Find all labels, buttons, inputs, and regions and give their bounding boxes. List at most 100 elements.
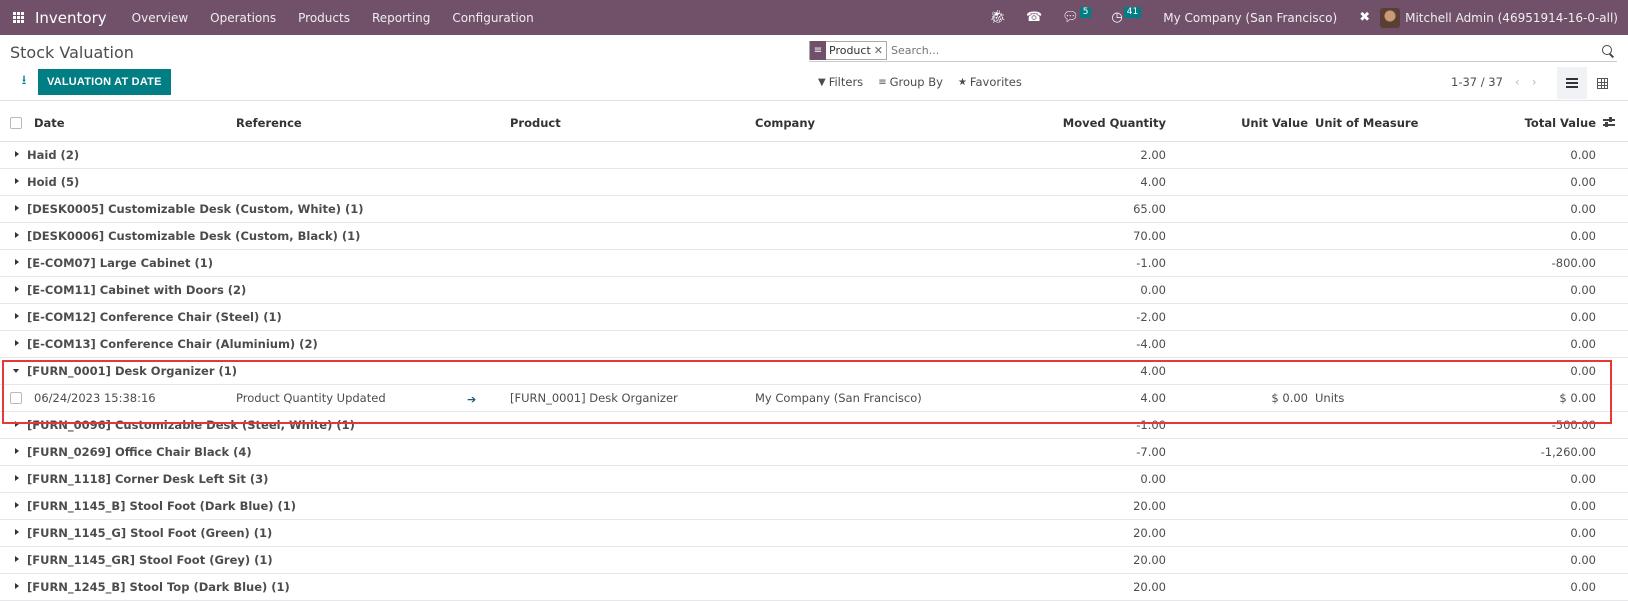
menu-products[interactable]: Products [287,11,361,25]
column-reference[interactable]: Reference [236,116,302,130]
group-row[interactable]: [E-COM12] Conference Chair (Steel) (1) -2… [0,304,1628,331]
column-product[interactable]: Product [510,116,561,130]
group-by-label: Group By [889,75,943,89]
app-switcher[interactable] [6,0,30,35]
search-input[interactable] [890,44,1601,57]
group-row[interactable]: Haid (2) 2.00 0.00 [0,142,1628,169]
group-row[interactable]: [FURN_0269] Office Chair Black (4) -7.00 -… [0,439,1628,466]
group-moved-quantity: -4.00 [1136,337,1166,351]
caret-right-icon [15,313,19,319]
arrow-right-icon[interactable]: ➔ [467,393,476,406]
apps-grid-icon [12,12,24,23]
group-label: [DESK0005] Customizable Desk (Custom, Wh… [27,202,364,216]
facet-remove-icon[interactable]: ✕ [874,44,886,57]
group-moved-quantity: -1.00 [1136,418,1166,432]
list-view-icon [1566,78,1578,88]
group-label: [FURN_0096] Customizable Desk (Steel, Wh… [27,418,355,432]
list-view-button[interactable] [1557,67,1587,99]
group-row[interactable]: [FURN_1118] Corner Desk Left Sit (3) 0.00… [0,466,1628,493]
app-name[interactable]: Inventory [35,9,107,27]
group-moved-quantity: -2.00 [1136,310,1166,324]
top-navbar: Inventory Overview Operations Products R… [0,0,1628,35]
caret-right-icon [15,448,19,454]
select-all-checkbox[interactable] [10,117,22,129]
row-checkbox[interactable] [10,392,22,404]
column-date[interactable]: Date [34,116,65,130]
chat-icon[interactable]: 💬︎ 5 [1052,0,1101,35]
group-row[interactable]: [FURN_1145_GR] Stool Foot (Grey) (1) 20.0… [0,547,1628,574]
group-row[interactable]: [DESK0006] Customizable Desk (Custom, Bl… [0,223,1628,250]
caret-right-icon [15,205,19,211]
column-unit-value[interactable]: Unit Value [1241,116,1308,130]
valuation-at-date-button[interactable]: VALUATION AT DATE [38,69,171,95]
caret-right-icon [15,502,19,508]
group-moved-quantity: 0.00 [1140,472,1166,486]
caret-right-icon [15,232,19,238]
group-row[interactable]: [E-COM11] Cabinet with Doors (2) 0.00 0.00 [0,277,1628,304]
group-total-value: 0.00 [1570,283,1596,297]
pivot-view-button[interactable] [1587,67,1617,99]
group-moved-quantity: 4.00 [1140,364,1166,378]
group-moved-quantity: 4.00 [1140,175,1166,189]
group-moved-quantity: 20.00 [1133,526,1166,540]
search-bar: ≡ Product ✕ [809,40,1617,62]
row-product: [FURN_0001] Desk Organizer [510,391,678,405]
bug-icon[interactable]: 🐞︎ [979,0,1016,35]
column-moved-quantity[interactable]: Moved Quantity [1063,116,1166,130]
group-row[interactable]: [FURN_1145_B] Stool Foot (Dark Blue) (1)… [0,493,1628,520]
caret-right-icon [15,556,19,562]
menu-reporting[interactable]: Reporting [361,11,441,25]
messages-badge: 5 [1079,7,1092,18]
caret-down-icon [13,369,19,373]
menu-overview[interactable]: Overview [121,11,200,25]
menu-configuration[interactable]: Configuration [441,11,544,25]
download-button[interactable]: ⭳ [14,72,34,92]
column-total-value[interactable]: Total Value [1525,116,1596,130]
favorites-label: Favorites [969,75,1022,89]
group-moved-quantity: 70.00 [1133,229,1166,243]
systray: 🐞︎ ☎ 💬︎ 5 ◷ 41 My Company (San Francisco) … [979,0,1628,35]
search-icon[interactable] [1601,44,1615,58]
group-label: [FURN_1145_G] Stool Foot (Green) (1) [27,526,273,540]
group-label: Haid (2) [27,148,80,162]
group-row[interactable]: [E-COM07] Large Cabinet (1) -1.00 -800.00 [0,250,1628,277]
row-reference: Product Quantity Updated [236,391,386,405]
column-company[interactable]: Company [755,116,815,130]
group-row[interactable]: [DESK0005] Customizable Desk (Custom, Wh… [0,196,1628,223]
group-row[interactable]: [FURN_1145_G] Stool Foot (Green) (1) 20.0… [0,520,1628,547]
group-moved-quantity: -7.00 [1136,445,1166,459]
group-row[interactable]: [FURN_0096] Customizable Desk (Steel, Wh… [0,412,1628,439]
row-total-value: $ 0.00 [1559,391,1596,405]
menu-operations[interactable]: Operations [199,11,287,25]
group-moved-quantity: 2.00 [1140,148,1166,162]
phone-icon[interactable]: ☎ [1016,0,1052,35]
table-row[interactable]: 06/24/2023 15:38:16 Product Quantity Upda… [0,385,1628,412]
pager-next-icon[interactable]: › [1532,75,1537,89]
group-moved-quantity: -1.00 [1136,256,1166,270]
debug-tools-icon[interactable]: ✖ [1349,0,1380,35]
group-moved-quantity: 20.00 [1133,553,1166,567]
group-row[interactable]: [E-COM13] Conference Chair (Aluminium) (… [0,331,1628,358]
company-switcher[interactable]: My Company (San Francisco) [1151,11,1349,25]
group-total-value: 0.00 [1570,553,1596,567]
group-moved-quantity: 65.00 [1133,202,1166,216]
group-row[interactable]: [FURN_0001] Desk Organizer (1) 4.00 0.00 [0,358,1628,385]
column-unit-of-measure[interactable]: Unit of Measure [1315,116,1418,130]
pager-value[interactable]: 1-37 / 37 [1451,75,1503,89]
row-company: My Company (San Francisco) [755,391,922,405]
search-facet: ≡ Product ✕ [809,41,887,60]
facet-value: Product [829,44,871,57]
group-row[interactable]: Hoid (5) 4.00 0.00 [0,169,1628,196]
table-header: Date Reference Product Company Moved Qua… [0,104,1628,142]
group-total-value: 0.00 [1570,499,1596,513]
pager-previous-icon[interactable]: ‹ [1515,75,1520,89]
clock-icon[interactable]: ◷ 41 [1101,0,1151,35]
group-by-button[interactable]: ≡ Group By [878,75,943,89]
optional-columns-toggle-icon[interactable] [1602,116,1616,128]
control-panel: Stock Valuation ⭳ VALUATION AT DATE ≡ Pr… [0,35,1628,101]
user-menu[interactable]: Mitchell Admin (46951914-16-0-all) [1380,7,1628,28]
favorites-button[interactable]: ★ Favorites [958,75,1022,89]
filters-button[interactable]: ▼ Filters [818,75,863,89]
group-row[interactable]: [FURN_1245_B] Stool Top (Dark Blue) (1) 2… [0,574,1628,601]
group-total-value: 0.00 [1570,229,1596,243]
